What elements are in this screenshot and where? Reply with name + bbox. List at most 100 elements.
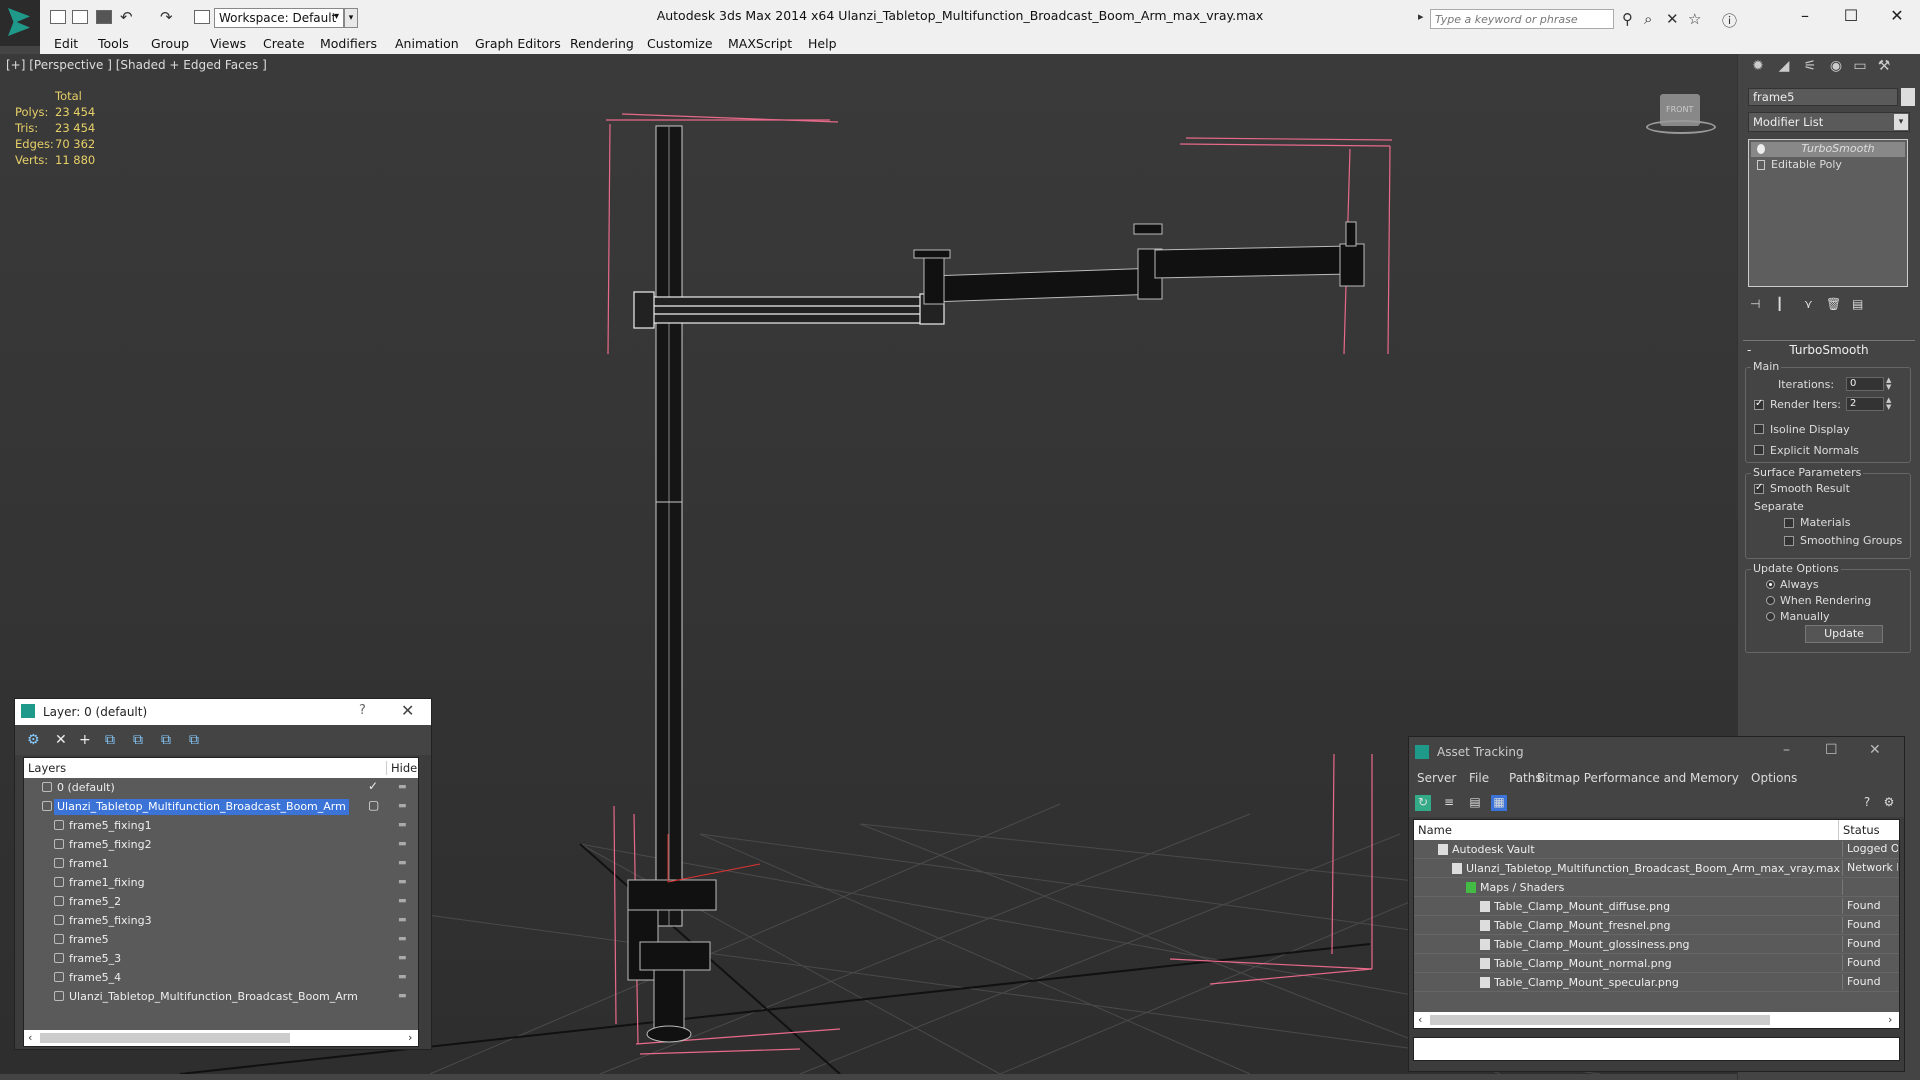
- display-tab-icon[interactable]: ▭: [1848, 58, 1872, 78]
- horizontal-scrollbar[interactable]: ‹ ›: [24, 1030, 418, 1046]
- menu-file[interactable]: File: [1469, 771, 1489, 785]
- layer-row[interactable]: frame1_fixing ▬: [24, 874, 418, 893]
- hide-toggle-icon[interactable]: ▬: [398, 877, 406, 887]
- maximize-button[interactable]: ☐: [1836, 6, 1866, 28]
- layer-name[interactable]: frame5_fixing1: [66, 818, 155, 834]
- help-search-input[interactable]: Type a keyword or phrase: [1430, 9, 1614, 29]
- hide-toggle-icon[interactable]: ▬: [398, 972, 406, 982]
- smooth-result-checkbox[interactable]: [1754, 482, 1764, 494]
- layer-name[interactable]: Ulanzi_Tabletop_Multifunction_Broadcast_…: [54, 799, 349, 815]
- close-icon[interactable]: ✕: [1869, 742, 1881, 758]
- chevron-down-icon[interactable]: ▾: [1894, 114, 1908, 130]
- search-expand-icon[interactable]: ▸: [1418, 10, 1424, 23]
- asset-row[interactable]: Maps / Shaders: [1414, 878, 1899, 897]
- column-header-name[interactable]: Name: [1418, 823, 1452, 837]
- layer-name[interactable]: 0 (default): [54, 780, 118, 796]
- layer-name[interactable]: frame5_fixing3: [66, 913, 155, 929]
- hide-toggle-icon[interactable]: ▬: [398, 858, 406, 868]
- create-tab-icon[interactable]: ✹: [1746, 58, 1770, 78]
- column-header-layers[interactable]: Layers: [28, 761, 66, 775]
- table-view-icon[interactable]: ▦: [1491, 795, 1507, 811]
- pin-stack-icon[interactable]: ⊣: [1750, 297, 1760, 311]
- expand-plus-icon[interactable]: [1757, 160, 1765, 170]
- scrollbar-thumb[interactable]: [1430, 1015, 1770, 1025]
- layer-row[interactable]: Ulanzi_Tabletop_Multifunction_Broadcast_…: [24, 798, 418, 817]
- layer-name[interactable]: Ulanzi_Tabletop_Multifunction_Broadcast_…: [66, 989, 361, 1005]
- add-selection-icon[interactable]: ⧉: [105, 732, 115, 748]
- hide-toggle-icon[interactable]: ▬: [398, 801, 406, 811]
- iterations-spinner[interactable]: 0: [1846, 377, 1884, 391]
- scrollbar-thumb[interactable]: [40, 1033, 290, 1043]
- menu-create[interactable]: Create: [263, 36, 305, 51]
- menu-rendering[interactable]: Rendering: [570, 36, 634, 51]
- layer-window-titlebar[interactable]: Layer: 0 (default) ? ✕: [15, 699, 431, 725]
- hide-toggle-icon[interactable]: ▬: [398, 839, 406, 849]
- layer-row[interactable]: 0 (default) ✓ ▬: [24, 779, 418, 798]
- render-iters-spinner[interactable]: 2: [1846, 397, 1884, 411]
- close-icon[interactable]: ✕: [401, 701, 414, 720]
- layer-name[interactable]: frame5_fixing2: [66, 837, 155, 853]
- add-layer-icon[interactable]: +: [79, 732, 91, 748]
- stack-item-turbosmooth[interactable]: TurboSmooth: [1751, 142, 1905, 157]
- highlight-layer-icon[interactable]: ⧉: [161, 732, 171, 748]
- asset-path-field[interactable]: [1413, 1037, 1900, 1061]
- hide-toggle-icon[interactable]: ▬: [398, 915, 406, 925]
- app-logo-button[interactable]: [0, 0, 40, 46]
- refresh-icon[interactable]: ↻: [1415, 795, 1431, 811]
- scroll-right-icon[interactable]: ›: [408, 1031, 412, 1044]
- settings-icon[interactable]: ⚙: [1881, 795, 1897, 811]
- remove-modifier-icon[interactable]: 🗑: [1826, 297, 1841, 311]
- hide-toggle-icon[interactable]: ▬: [398, 896, 406, 906]
- current-layer-check-icon[interactable]: ✓: [368, 779, 378, 793]
- menu-group[interactable]: Group: [151, 36, 189, 51]
- layer-row[interactable]: Ulanzi_Tabletop_Multifunction_Broadcast_…: [24, 988, 418, 1007]
- minimize-button[interactable]: –: [1783, 742, 1790, 758]
- viewcube-ring[interactable]: [1646, 120, 1716, 134]
- layer-row[interactable]: frame5_2 ▬: [24, 893, 418, 912]
- motion-tab-icon[interactable]: ◉: [1824, 58, 1848, 78]
- horizontal-scrollbar[interactable]: ‹ ›: [1414, 1012, 1899, 1028]
- make-unique-icon[interactable]: ⋎: [1804, 297, 1813, 311]
- lightbulb-icon[interactable]: [1757, 144, 1765, 154]
- close-button[interactable]: ✕: [1882, 6, 1912, 28]
- set-current-layer-icon[interactable]: ▢: [368, 798, 379, 812]
- maximize-button[interactable]: ☐: [1825, 742, 1838, 758]
- detail-view-icon[interactable]: ▤: [1467, 795, 1483, 811]
- asset-row[interactable]: Ulanzi_Tabletop_Multifunction_Broadcast_…: [1414, 859, 1899, 878]
- layer-row[interactable]: frame1 ▬: [24, 855, 418, 874]
- asset-row[interactable]: Table_Clamp_Mount_fresnel.png Found: [1414, 916, 1899, 935]
- asset-window-titlebar[interactable]: Asset Tracking – ☐ ✕: [1409, 737, 1904, 767]
- delete-layer-icon[interactable]: ✕: [55, 732, 67, 748]
- utilities-tab-icon[interactable]: ⚒: [1872, 58, 1896, 78]
- list-view-icon[interactable]: ≡: [1441, 795, 1457, 811]
- scroll-left-icon[interactable]: ‹: [1418, 1013, 1422, 1026]
- layer-row[interactable]: frame5_fixing1 ▬: [24, 817, 418, 836]
- hide-unhide-all-icon[interactable]: ⧉: [189, 732, 199, 748]
- explicit-normals-checkbox[interactable]: [1754, 445, 1764, 455]
- binoculars-icon[interactable]: ⚲: [1622, 10, 1633, 28]
- layer-row[interactable]: frame5_4 ▬: [24, 969, 418, 988]
- menu-help[interactable]: Help: [808, 36, 837, 51]
- hide-toggle-icon[interactable]: ▬: [398, 934, 406, 944]
- manually-radio[interactable]: [1766, 612, 1775, 621]
- help-icon[interactable]: ?: [1859, 795, 1875, 811]
- hierarchy-tab-icon[interactable]: ⚟: [1798, 58, 1822, 78]
- asset-row[interactable]: Table_Clamp_Mount_specular.png Found: [1414, 973, 1899, 992]
- layer-name[interactable]: frame1: [66, 856, 112, 872]
- menu-options[interactable]: Options: [1751, 771, 1797, 785]
- spinner-arrows-icon[interactable]: ▲ ▼: [1886, 397, 1894, 411]
- always-radio[interactable]: [1766, 580, 1775, 589]
- menu-server[interactable]: Server: [1417, 771, 1456, 785]
- layer-settings-icon[interactable]: ⚙: [27, 732, 40, 748]
- smoothing-groups-checkbox[interactable]: [1784, 536, 1794, 546]
- modify-tab-icon[interactable]: ◢: [1772, 58, 1796, 78]
- help-button[interactable]: ?: [359, 703, 366, 718]
- asset-row[interactable]: Table_Clamp_Mount_normal.png Found: [1414, 954, 1899, 973]
- object-name-input[interactable]: frame5: [1748, 88, 1898, 106]
- column-header-status[interactable]: Status: [1838, 820, 1884, 840]
- configure-sets-icon[interactable]: ▤: [1852, 297, 1863, 311]
- isoline-display-checkbox[interactable]: [1754, 424, 1764, 434]
- layer-name[interactable]: frame5_4: [66, 970, 124, 986]
- render-iters-checkbox[interactable]: [1754, 398, 1764, 410]
- minimize-button[interactable]: –: [1790, 6, 1820, 28]
